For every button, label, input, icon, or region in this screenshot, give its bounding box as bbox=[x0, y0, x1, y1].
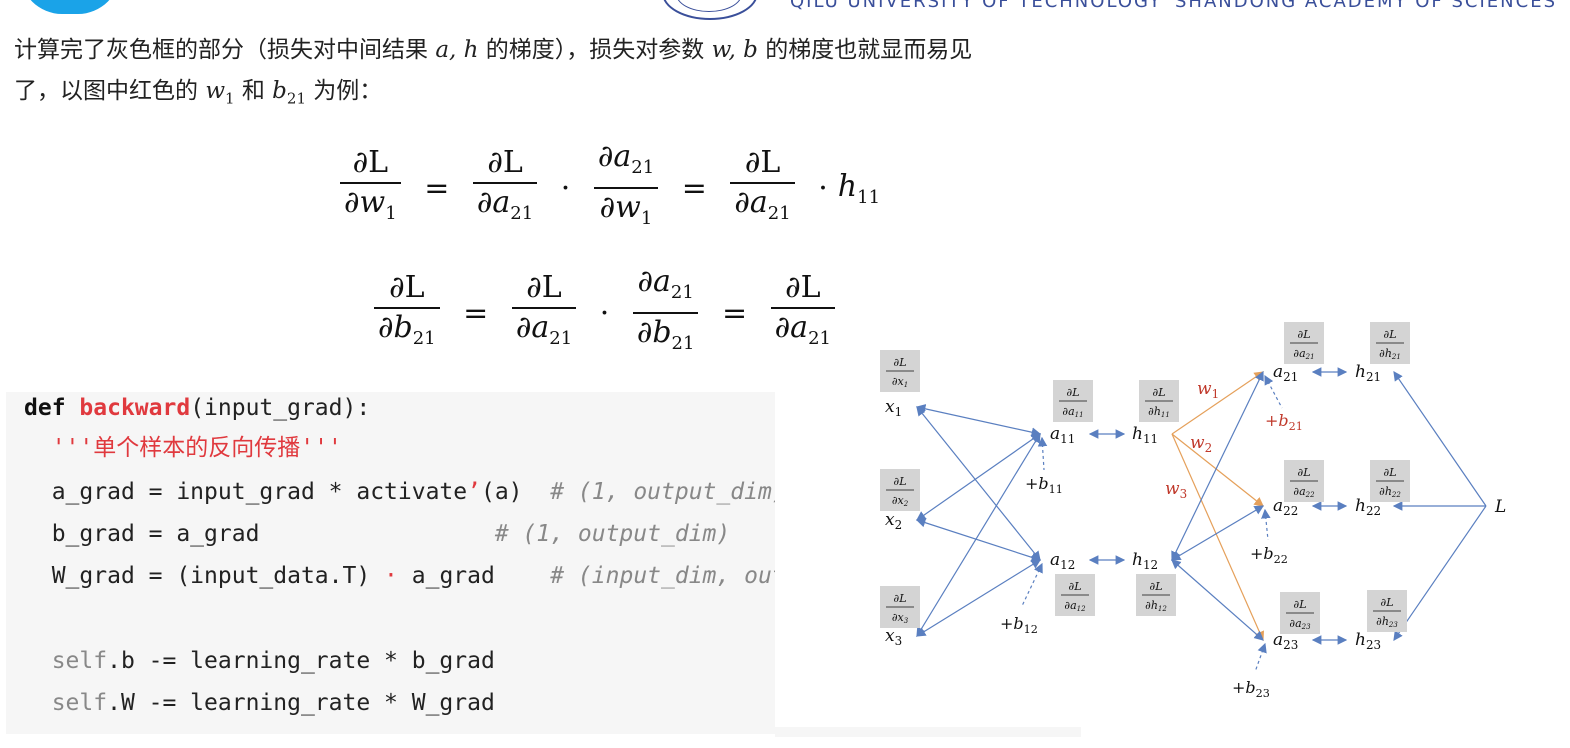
edge-h1-a2 bbox=[1171, 559, 1264, 641]
diagram-nodes: x1x2x3a11a12h11h12a21a22a23h21h22h23L+b1… bbox=[880, 322, 1506, 700]
edge-h2-loss bbox=[1393, 505, 1487, 641]
grad-num: ∂L bbox=[894, 356, 907, 369]
grad-num: ∂L bbox=[1381, 596, 1394, 609]
grad-num: ∂L bbox=[1150, 580, 1163, 593]
input-node-x3: x3 bbox=[885, 626, 902, 648]
grad-box-h21: ∂L∂h21 bbox=[1370, 322, 1410, 364]
grad-num: ∂L bbox=[1384, 328, 1397, 341]
output-node-a21: a21 bbox=[1273, 362, 1298, 384]
edge-x-a1 bbox=[916, 432, 1041, 638]
grad-box-h23: ∂L∂h23 bbox=[1367, 590, 1407, 632]
hidden-node-a12: a12 bbox=[1050, 550, 1075, 572]
loss-node: L bbox=[1494, 497, 1506, 517]
bias-label-b22: +b22 bbox=[1250, 544, 1288, 566]
edge-x-a1 bbox=[916, 433, 1041, 521]
edge-h1-a2 bbox=[1171, 371, 1264, 435]
bias-label-b12: +b12 bbox=[1000, 614, 1038, 636]
bias-edge bbox=[1261, 508, 1271, 541]
grad-num: ∂L bbox=[894, 592, 907, 605]
bias-label-b11: +b11 bbox=[1025, 474, 1063, 496]
input-node-x2: x2 bbox=[885, 510, 902, 532]
grad-box-x3: ∂L∂x3 bbox=[880, 586, 920, 628]
grad-num: ∂L bbox=[1384, 466, 1397, 479]
bias-edge bbox=[1254, 642, 1267, 673]
grad-box-a21: ∂L∂a21 bbox=[1284, 322, 1324, 364]
grad-num: ∂L bbox=[1298, 466, 1311, 479]
hidden-node-a11: a11 bbox=[1050, 424, 1075, 446]
grad-box-h22: ∂L∂h22 bbox=[1370, 460, 1410, 502]
weight-label-w1: w1 bbox=[1197, 379, 1219, 401]
grad-box-h11: ∂L∂h11 bbox=[1139, 380, 1179, 422]
grad-box-h12: ∂L∂h12 bbox=[1136, 574, 1176, 616]
bias-edge bbox=[1037, 436, 1048, 471]
output-node-h23: h23 bbox=[1355, 630, 1381, 652]
grad-box-a23: ∂L∂a23 bbox=[1280, 592, 1320, 634]
grad-num: ∂L bbox=[894, 475, 907, 488]
edge-x-a1 bbox=[915, 518, 1042, 562]
grad-num: ∂L bbox=[1298, 328, 1311, 341]
grad-num: ∂L bbox=[1153, 386, 1166, 399]
bias-label-b21: +b21 bbox=[1265, 411, 1303, 433]
grad-box-a22: ∂L∂a22 bbox=[1284, 460, 1324, 502]
weight-label-w3: w3 bbox=[1165, 479, 1187, 501]
grad-box-a11: ∂L∂a11 bbox=[1053, 380, 1093, 422]
hidden-node-h12: h12 bbox=[1132, 550, 1158, 572]
grad-box-x2: ∂L∂x2 bbox=[880, 469, 920, 511]
grad-num: ∂L bbox=[1067, 386, 1080, 399]
grad-num: ∂L bbox=[1294, 598, 1307, 611]
grad-box-x1: ∂L∂x1 bbox=[880, 350, 920, 392]
weight-label-w2: w2 bbox=[1190, 433, 1212, 455]
network-diagram: x1x2x3a11a12h11h12a21a22a23h21h22h23L+b1… bbox=[880, 322, 1506, 700]
grad-box-a12: ∂L∂a12 bbox=[1055, 574, 1095, 616]
hidden-node-h11: h11 bbox=[1132, 424, 1158, 446]
bias-edge bbox=[1021, 562, 1043, 607]
output-node-h21: h21 bbox=[1355, 362, 1381, 384]
input-node-x1: x1 bbox=[885, 397, 902, 419]
bias-label-b23: +b23 bbox=[1232, 678, 1270, 700]
grad-num: ∂L bbox=[1069, 580, 1082, 593]
